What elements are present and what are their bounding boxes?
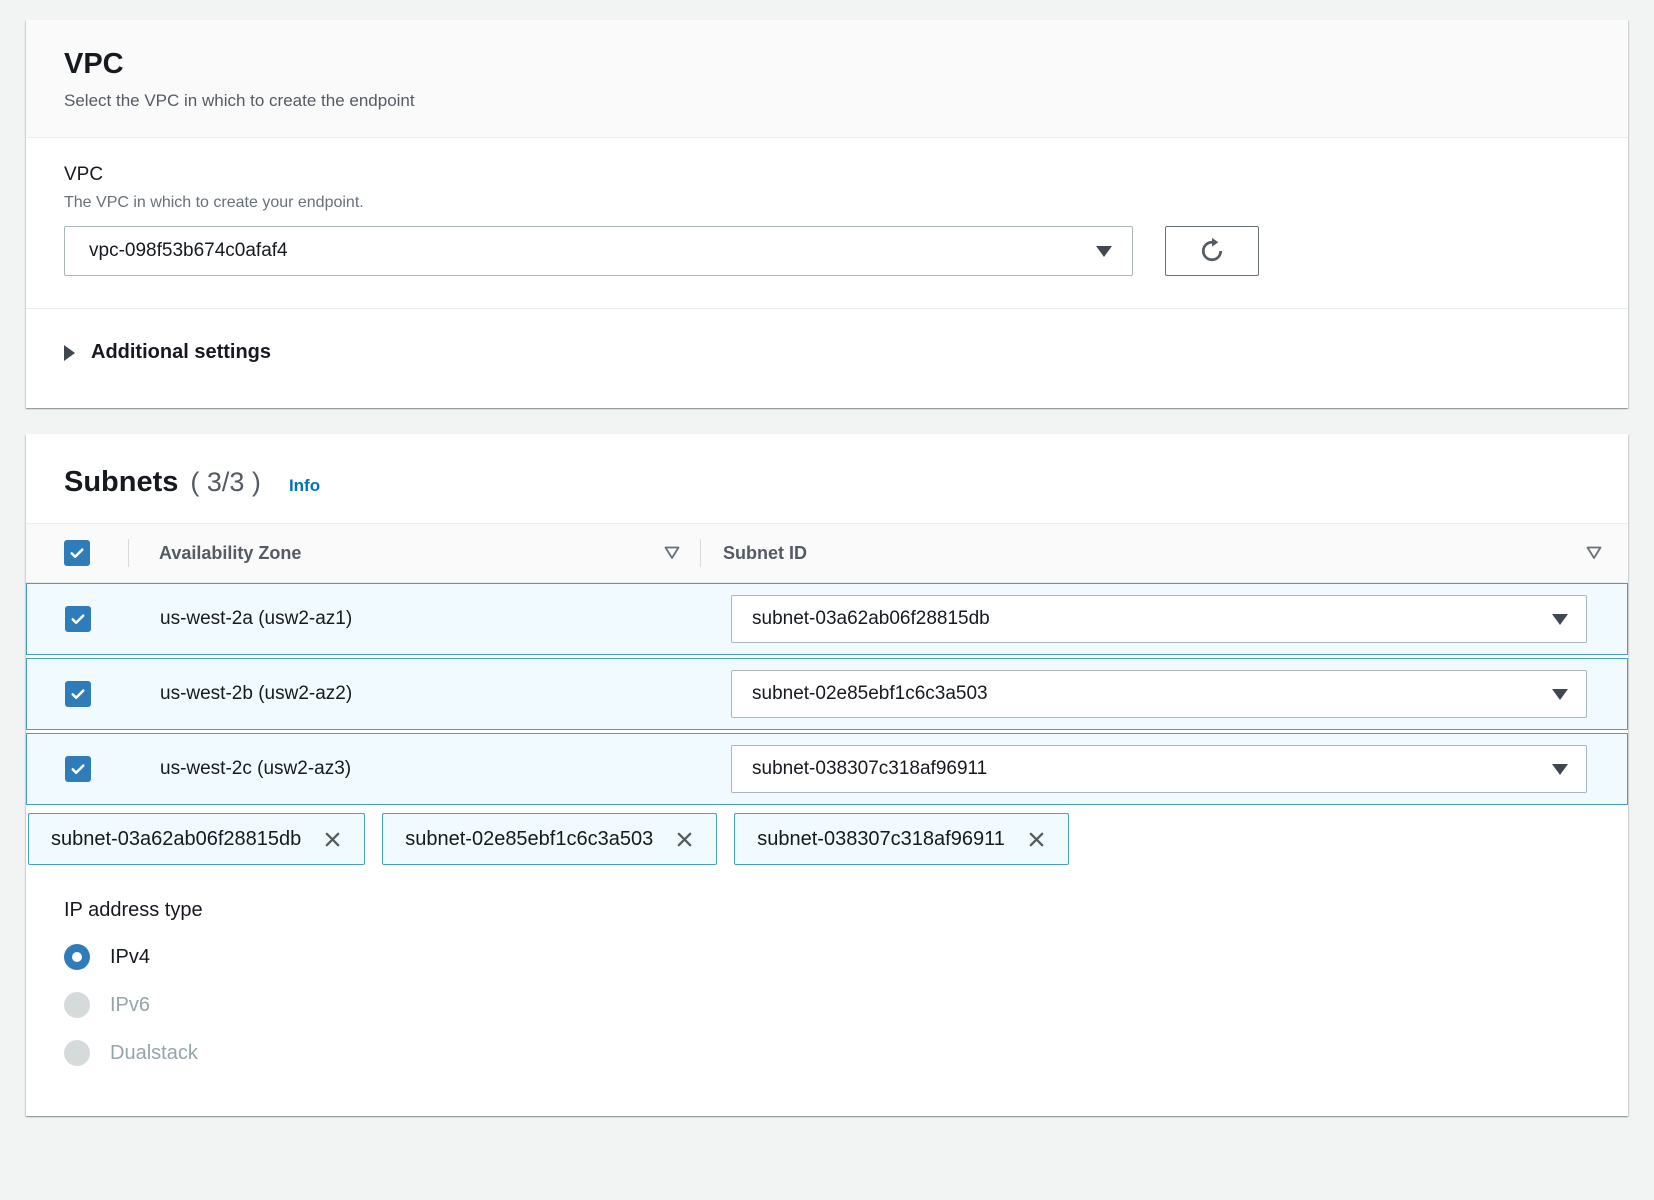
subnet-select-cell: subnet-038307c318af96911: [731, 745, 1587, 793]
row-checkbox-cell: [27, 756, 129, 782]
caret-down-icon: [1552, 614, 1568, 625]
vpc-card-description: Select the VPC in which to create the en…: [64, 91, 1590, 111]
additional-settings-label: Additional settings: [91, 341, 271, 364]
info-link[interactable]: Info: [289, 476, 320, 496]
radio-ipv6: [64, 992, 90, 1018]
availability-zone-value: us-west-2c (usw2-az3): [129, 758, 701, 780]
radio-ipv4[interactable]: [64, 944, 90, 970]
selected-subnet-tokens: subnet-03a62ab06f28815db subnet-02e85ebf…: [26, 813, 1628, 865]
subnets-table-header: Availability Zone Subnet ID: [26, 523, 1628, 583]
refresh-button[interactable]: [1165, 226, 1259, 276]
table-row: us-west-2b (usw2-az2) subnet-02e85ebf1c6…: [26, 658, 1628, 730]
vpc-control-row: vpc-098f53b674c0afaf4: [64, 226, 1590, 276]
availability-zone-header-cell: Availability Zone: [129, 543, 700, 564]
subnet-token-label: subnet-038307c318af96911: [757, 828, 1005, 851]
caret-down-icon: [1552, 689, 1568, 700]
radio-option-ipv6: IPv6: [64, 992, 1590, 1018]
page: VPC Select the VPC in which to create th…: [0, 0, 1654, 1116]
subnet-token: subnet-03a62ab06f28815db: [28, 813, 365, 865]
subnet-token: subnet-038307c318af96911: [734, 813, 1069, 865]
subnets-card: Subnets ( 3/3 ) Info Availability Zone: [26, 434, 1628, 1116]
row-checkbox-cell: [27, 606, 129, 632]
availability-zone-value: us-west-2a (usw2-az1): [129, 608, 701, 630]
availability-zone-value: us-west-2b (usw2-az2): [129, 683, 701, 705]
expand-caret-icon: [64, 345, 75, 361]
vpc-card-title: VPC: [64, 48, 1590, 81]
subnet-token-label: subnet-02e85ebf1c6c3a503: [405, 828, 653, 851]
vpc-card-body: VPC The VPC in which to create your endp…: [26, 138, 1628, 308]
availability-zone-header-label: Availability Zone: [159, 543, 301, 564]
radio-dualstack-label: Dualstack: [110, 1042, 198, 1065]
caret-down-icon: [1552, 764, 1568, 775]
radio-dualstack: [64, 1040, 90, 1066]
subnet-select[interactable]: subnet-038307c318af96911: [731, 745, 1587, 793]
token-close-icon[interactable]: [675, 830, 694, 849]
subnet-id-header-cell: Subnet ID: [701, 543, 1628, 564]
table-row: us-west-2a (usw2-az1) subnet-03a62ab06f2…: [26, 583, 1628, 655]
token-close-icon[interactable]: [323, 830, 342, 849]
row-checkbox[interactable]: [65, 756, 91, 782]
subnet-token-label: subnet-03a62ab06f28815db: [51, 828, 301, 851]
radio-option-ipv4: IPv4: [64, 944, 1590, 970]
subnet-select-cell: subnet-02e85ebf1c6c3a503: [731, 670, 1587, 718]
vpc-field-help: The VPC in which to create your endpoint…: [64, 194, 1590, 212]
refresh-icon: [1198, 237, 1226, 265]
caret-down-icon: [1096, 246, 1112, 257]
subnet-id-header-label: Subnet ID: [723, 543, 807, 564]
vpc-card: VPC Select the VPC in which to create th…: [26, 20, 1628, 408]
subnet-select-cell: subnet-03a62ab06f28815db: [731, 595, 1587, 643]
row-checkbox[interactable]: [65, 606, 91, 632]
row-checkbox-cell: [27, 681, 129, 707]
subnet-token: subnet-02e85ebf1c6c3a503: [382, 813, 717, 865]
vpc-select-value: vpc-098f53b674c0afaf4: [89, 240, 288, 262]
subnet-select-value: subnet-03a62ab06f28815db: [752, 608, 990, 630]
subnet-select-value: subnet-02e85ebf1c6c3a503: [752, 683, 988, 705]
table-row: us-west-2c (usw2-az3) subnet-038307c318a…: [26, 733, 1628, 805]
radio-ipv6-label: IPv6: [110, 994, 150, 1017]
row-checkbox[interactable]: [65, 681, 91, 707]
ip-address-type-section: IP address type IPv4 IPv6 Dualstack: [26, 865, 1628, 1116]
additional-settings-expander[interactable]: Additional settings: [26, 308, 1628, 408]
vpc-field-label: VPC: [64, 164, 1590, 186]
subnet-select-value: subnet-038307c318af96911: [752, 758, 987, 780]
filter-icon[interactable]: [1586, 546, 1602, 560]
filter-icon[interactable]: [664, 546, 680, 560]
ip-address-type-label: IP address type: [64, 899, 1590, 922]
subnets-card-header: Subnets ( 3/3 ) Info: [26, 434, 1628, 523]
subnet-select[interactable]: subnet-02e85ebf1c6c3a503: [731, 670, 1587, 718]
select-all-checkbox[interactable]: [64, 540, 90, 566]
subnets-count: ( 3/3 ): [190, 467, 261, 498]
radio-option-dualstack: Dualstack: [64, 1040, 1590, 1066]
token-close-icon[interactable]: [1027, 830, 1046, 849]
vpc-select[interactable]: vpc-098f53b674c0afaf4: [64, 226, 1133, 276]
subnet-select[interactable]: subnet-03a62ab06f28815db: [731, 595, 1587, 643]
subnets-card-title: Subnets: [64, 466, 178, 499]
vpc-card-header: VPC Select the VPC in which to create th…: [26, 20, 1628, 138]
select-all-cell: [26, 540, 128, 566]
radio-ipv4-label: IPv4: [110, 946, 150, 969]
